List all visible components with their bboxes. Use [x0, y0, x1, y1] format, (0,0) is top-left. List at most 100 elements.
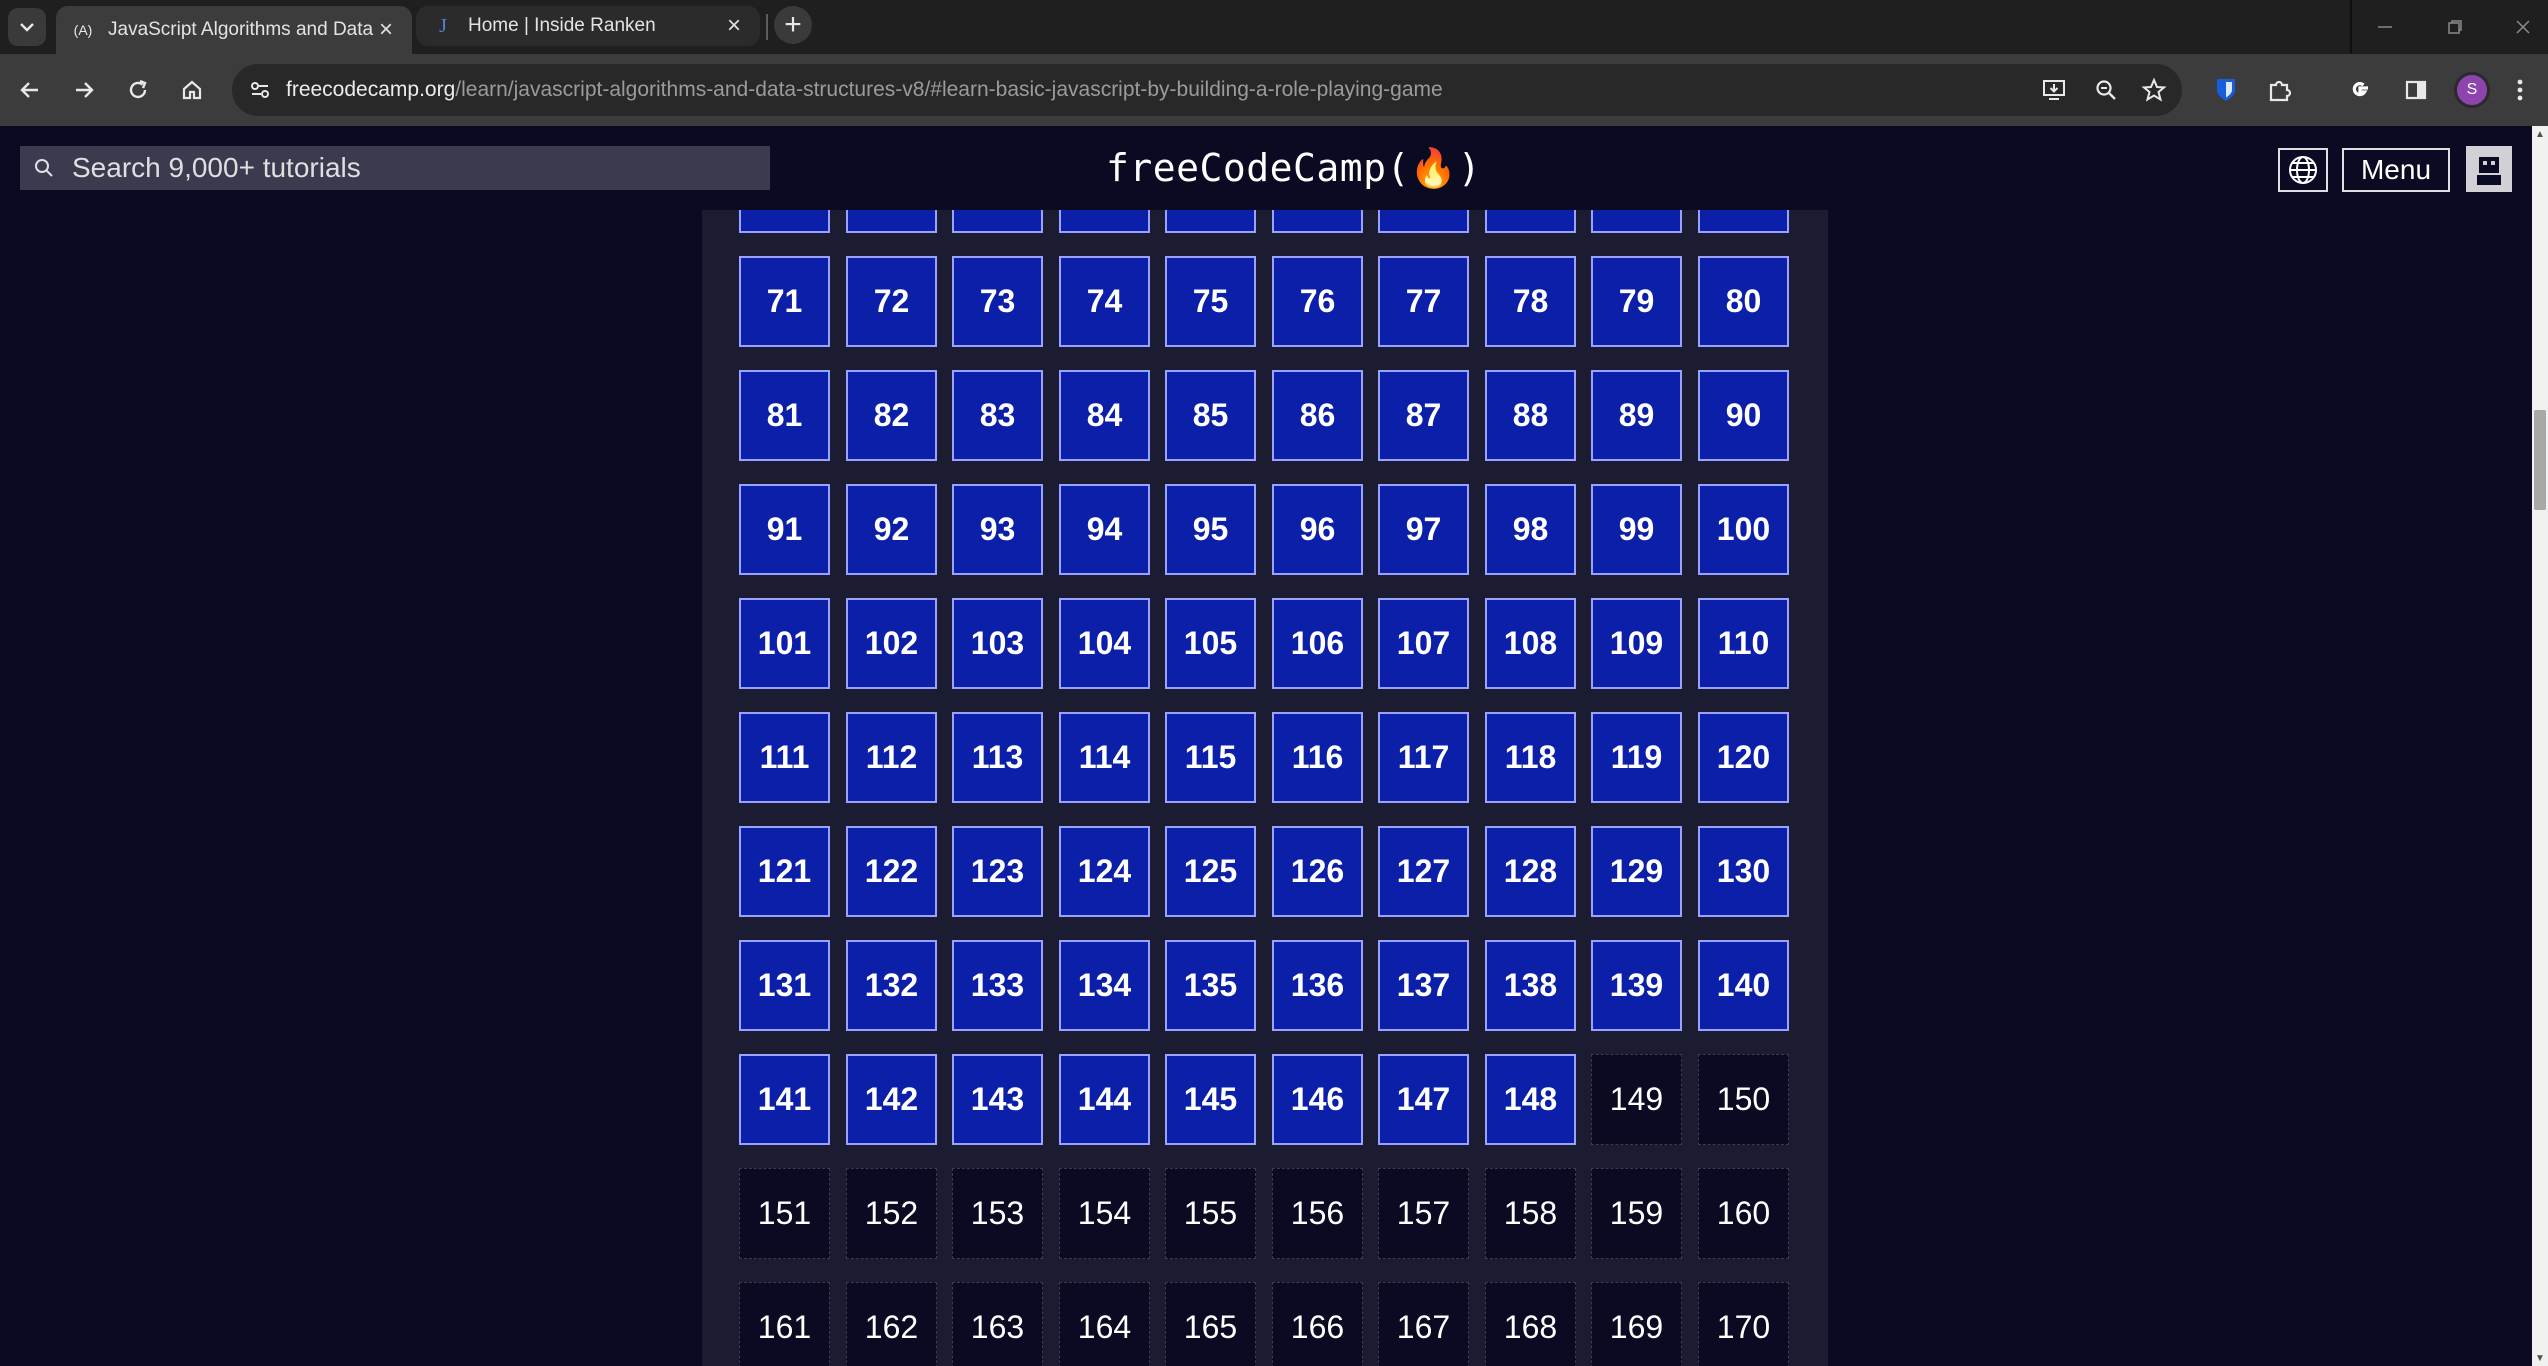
minimize-button[interactable]: [2350, 0, 2420, 54]
forward-button[interactable]: [64, 70, 104, 110]
step-button-128[interactable]: 128: [1485, 826, 1576, 917]
step-button-154[interactable]: 154: [1059, 1168, 1150, 1259]
step-button-160[interactable]: 160: [1698, 1168, 1789, 1259]
step-button-84[interactable]: 84: [1059, 370, 1150, 461]
step-button-118[interactable]: 118: [1485, 712, 1576, 803]
step-button-117[interactable]: 117: [1378, 712, 1469, 803]
step-button-129[interactable]: 129: [1591, 826, 1682, 917]
step-button-126[interactable]: 126: [1272, 826, 1363, 917]
step-button-164[interactable]: 164: [1059, 1282, 1150, 1366]
site-info-button[interactable]: [244, 74, 276, 106]
step-button-122[interactable]: 122: [846, 826, 937, 917]
install-app-button[interactable]: [2038, 74, 2070, 106]
step-button-104[interactable]: 104: [1059, 598, 1150, 689]
tab-inside-ranken[interactable]: J Home | Inside Ranken ×: [416, 6, 760, 46]
step-button-156[interactable]: 156: [1272, 1168, 1363, 1259]
step-button-167[interactable]: 167: [1378, 1282, 1469, 1366]
step-button-111[interactable]: 111: [739, 712, 830, 803]
step-button-80[interactable]: 80: [1698, 256, 1789, 347]
step-button-82[interactable]: 82: [846, 370, 937, 461]
step-button-147[interactable]: 147: [1378, 1054, 1469, 1145]
step-button-158[interactable]: 158: [1485, 1168, 1576, 1259]
step-button-137[interactable]: 137: [1378, 940, 1469, 1031]
tab-search-button[interactable]: [8, 8, 46, 46]
step-button-63[interactable]: 63: [952, 210, 1043, 233]
step-button-115[interactable]: 115: [1165, 712, 1256, 803]
step-button-136[interactable]: 136: [1272, 940, 1363, 1031]
step-button-76[interactable]: 76: [1272, 256, 1363, 347]
reload-button[interactable]: [118, 70, 158, 110]
step-button-151[interactable]: 151: [739, 1168, 830, 1259]
step-button-61[interactable]: 61: [739, 210, 830, 233]
step-button-140[interactable]: 140: [1698, 940, 1789, 1031]
step-button-155[interactable]: 155: [1165, 1168, 1256, 1259]
step-button-79[interactable]: 79: [1591, 256, 1682, 347]
step-button-143[interactable]: 143: [952, 1054, 1043, 1145]
step-button-131[interactable]: 131: [739, 940, 830, 1031]
scroll-down-arrow-icon[interactable]: ▼: [2532, 1350, 2548, 1366]
step-button-107[interactable]: 107: [1378, 598, 1469, 689]
zoom-button[interactable]: [2090, 74, 2122, 106]
step-button-161[interactable]: 161: [739, 1282, 830, 1366]
step-button-113[interactable]: 113: [952, 712, 1043, 803]
tab-freecodecamp[interactable]: (A) JavaScript Algorithms and Data ×: [56, 6, 412, 54]
step-button-97[interactable]: 97: [1378, 484, 1469, 575]
bitwarden-extension-button[interactable]: [2206, 70, 2246, 110]
step-button-92[interactable]: 92: [846, 484, 937, 575]
step-button-135[interactable]: 135: [1165, 940, 1256, 1031]
step-button-169[interactable]: 169: [1591, 1282, 1682, 1366]
step-button-83[interactable]: 83: [952, 370, 1043, 461]
scroll-thumb[interactable]: [2534, 410, 2546, 510]
step-button-99[interactable]: 99: [1591, 484, 1682, 575]
step-button-108[interactable]: 108: [1485, 598, 1576, 689]
step-button-78[interactable]: 78: [1485, 256, 1576, 347]
step-button-86[interactable]: 86: [1272, 370, 1363, 461]
step-button-64[interactable]: 64: [1059, 210, 1150, 233]
step-button-65[interactable]: 65: [1165, 210, 1256, 233]
user-avatar[interactable]: [2466, 146, 2512, 192]
step-button-132[interactable]: 132: [846, 940, 937, 1031]
step-button-134[interactable]: 134: [1059, 940, 1150, 1031]
step-button-74[interactable]: 74: [1059, 256, 1150, 347]
step-button-70[interactable]: 70: [1698, 210, 1789, 233]
step-button-73[interactable]: 73: [952, 256, 1043, 347]
step-button-85[interactable]: 85: [1165, 370, 1256, 461]
step-button-149[interactable]: 149: [1591, 1054, 1682, 1145]
new-tab-button[interactable]: +: [774, 6, 812, 44]
bookmark-button[interactable]: [2138, 74, 2170, 106]
step-button-72[interactable]: 72: [846, 256, 937, 347]
menu-button[interactable]: Menu: [2342, 148, 2450, 192]
home-button[interactable]: [172, 70, 212, 110]
step-button-112[interactable]: 112: [846, 712, 937, 803]
step-button-116[interactable]: 116: [1272, 712, 1363, 803]
search-input[interactable]: [64, 152, 770, 184]
step-button-120[interactable]: 120: [1698, 712, 1789, 803]
step-button-144[interactable]: 144: [1059, 1054, 1150, 1145]
step-button-166[interactable]: 166: [1272, 1282, 1363, 1366]
step-button-162[interactable]: 162: [846, 1282, 937, 1366]
step-button-96[interactable]: 96: [1272, 484, 1363, 575]
step-button-152[interactable]: 152: [846, 1168, 937, 1259]
step-button-123[interactable]: 123: [952, 826, 1043, 917]
step-button-66[interactable]: 66: [1272, 210, 1363, 233]
step-button-114[interactable]: 114: [1059, 712, 1150, 803]
language-button[interactable]: [2278, 148, 2328, 192]
step-button-102[interactable]: 102: [846, 598, 937, 689]
profile-avatar[interactable]: S: [2454, 72, 2490, 108]
restore-button[interactable]: [2420, 0, 2490, 54]
step-button-75[interactable]: 75: [1165, 256, 1256, 347]
step-button-145[interactable]: 145: [1165, 1054, 1256, 1145]
step-button-121[interactable]: 121: [739, 826, 830, 917]
step-button-71[interactable]: 71: [739, 256, 830, 347]
browser-menu-button[interactable]: [2508, 70, 2532, 110]
step-button-119[interactable]: 119: [1591, 712, 1682, 803]
step-button-138[interactable]: 138: [1485, 940, 1576, 1031]
step-button-170[interactable]: 170: [1698, 1282, 1789, 1366]
google-button[interactable]: [2340, 70, 2380, 110]
step-button-87[interactable]: 87: [1378, 370, 1469, 461]
close-tab-icon[interactable]: ×: [374, 16, 398, 44]
step-button-146[interactable]: 146: [1272, 1054, 1363, 1145]
step-button-159[interactable]: 159: [1591, 1168, 1682, 1259]
step-button-94[interactable]: 94: [1059, 484, 1150, 575]
step-button-163[interactable]: 163: [952, 1282, 1043, 1366]
